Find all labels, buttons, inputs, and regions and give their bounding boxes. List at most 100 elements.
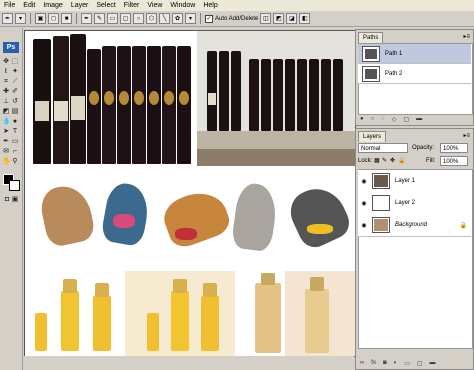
polygon-icon[interactable]: ⬡: [146, 13, 157, 24]
wine-bottle: [53, 36, 69, 164]
history-brush-icon[interactable]: ↺: [11, 98, 19, 106]
path-intersect-icon[interactable]: ◪: [286, 13, 298, 24]
dodge-tool-icon[interactable]: ●: [11, 118, 19, 126]
pen-icon[interactable]: ✒: [81, 13, 92, 24]
hand-tool-icon[interactable]: ✋: [2, 158, 11, 166]
wine-bottle: [117, 46, 131, 164]
shape-layers-icon[interactable]: ▣: [35, 13, 46, 24]
panel-menu-icon[interactable]: ▸≡: [463, 132, 470, 139]
gold-label: [134, 91, 144, 105]
layer-row[interactable]: ◉ Layer 1: [358, 170, 471, 193]
stamp-tool-icon[interactable]: ⊥: [2, 98, 10, 106]
menu-help[interactable]: Help: [199, 0, 221, 11]
lock-all-icon[interactable]: 🔒: [398, 157, 405, 164]
menu-filter[interactable]: Filter: [120, 0, 144, 11]
notes-tool-icon[interactable]: ✉: [2, 148, 10, 156]
eye-icon[interactable]: ◉: [360, 222, 368, 229]
menu-window[interactable]: Window: [166, 0, 199, 11]
adjustment-layer-icon[interactable]: ◐: [394, 360, 398, 367]
make-path-icon[interactable]: ◇: [392, 116, 397, 123]
dropdown-arrow-icon[interactable]: ▾: [185, 13, 196, 24]
crop-tool-icon[interactable]: ⌗: [2, 78, 10, 86]
freeform-pen-icon[interactable]: ✎: [94, 13, 105, 24]
new-group-icon[interactable]: ▭: [404, 360, 410, 367]
eye-icon[interactable]: ◉: [360, 178, 368, 185]
serum-bottle: [93, 296, 111, 351]
layer-mask-icon[interactable]: ◙: [383, 360, 387, 367]
gradient-tool-icon[interactable]: ▤: [11, 108, 19, 116]
line-icon[interactable]: ╲: [159, 13, 170, 24]
bottle-label: [208, 93, 216, 105]
wine-bottle: [177, 46, 191, 164]
wine-bottles-photo-1: [25, 31, 197, 166]
tab-paths[interactable]: Paths: [358, 32, 384, 43]
brush-tool-icon[interactable]: ✐: [11, 88, 19, 96]
fill-field[interactable]: 100%: [440, 156, 468, 166]
magic-wand-icon[interactable]: ✦: [11, 68, 19, 76]
rectangle-icon[interactable]: ▭: [107, 13, 118, 24]
pen-tool-icon[interactable]: ✒: [2, 138, 10, 146]
path-exclude-icon[interactable]: ◧: [299, 13, 311, 24]
blend-mode-select[interactable]: Normal: [358, 143, 408, 153]
healing-brush-icon[interactable]: ✚: [2, 88, 10, 96]
path-select-icon[interactable]: ➤: [2, 128, 10, 136]
menu-select[interactable]: Select: [92, 0, 119, 11]
trash-icon[interactable]: ▬: [430, 360, 436, 367]
layer-row[interactable]: ◉ Layer 2: [358, 192, 471, 215]
lasso-tool-icon[interactable]: ℓ: [2, 68, 10, 76]
document-canvas[interactable]: [24, 30, 356, 357]
path-row[interactable]: Path 2: [358, 64, 471, 84]
path-row[interactable]: Path 1: [358, 44, 471, 64]
trash-icon[interactable]: ▬: [416, 116, 422, 123]
background-color-swatch[interactable]: [9, 180, 20, 191]
dropdown-arrow-icon[interactable]: ▾: [15, 13, 26, 24]
ellipse-icon[interactable]: ○: [133, 13, 144, 24]
fill-pixels-icon[interactable]: ■: [61, 13, 72, 24]
zoom-tool-icon[interactable]: ⚲: [11, 158, 19, 166]
menu-image[interactable]: Image: [39, 0, 66, 11]
layer-name: Layer 1: [395, 178, 416, 184]
eye-icon[interactable]: ◉: [360, 200, 368, 207]
wine-bottle: [102, 46, 116, 164]
shape-tool-icon[interactable]: ▭: [11, 138, 19, 146]
panel-menu-icon[interactable]: ▸≡: [463, 33, 470, 40]
app-logo: Ps: [3, 42, 19, 53]
lock-position-icon[interactable]: ✥: [390, 157, 395, 164]
bottle-cap: [95, 283, 109, 297]
tab-layers[interactable]: Layers: [358, 131, 387, 142]
blur-tool-icon[interactable]: 💧: [2, 118, 11, 126]
custom-shape-icon[interactable]: ✿: [172, 13, 183, 24]
quick-mask-icon[interactable]: ◘: [3, 196, 11, 204]
menu-file[interactable]: File: [0, 0, 19, 11]
menu-edit[interactable]: Edit: [19, 0, 39, 11]
link-layers-icon[interactable]: ∞: [360, 360, 364, 367]
menu-view[interactable]: View: [143, 0, 166, 11]
auto-add-delete-checkbox[interactable]: ✓: [205, 14, 213, 23]
eyedropper-icon[interactable]: ⌐: [11, 148, 19, 156]
slice-tool-icon[interactable]: ⟋: [11, 78, 19, 86]
lock-pixels-icon[interactable]: ✎: [382, 157, 387, 164]
menu-layer[interactable]: Layer: [67, 0, 93, 11]
layer-row[interactable]: ◉ Background 🔒: [358, 214, 471, 237]
eraser-tool-icon[interactable]: ◩: [2, 108, 10, 116]
separator: [30, 13, 31, 24]
layer-style-icon[interactable]: fx: [371, 360, 376, 367]
stroke-path-icon[interactable]: ○: [371, 116, 375, 123]
wine-bottles-photo-2: [197, 31, 355, 166]
path-add-icon[interactable]: ◫: [260, 13, 272, 24]
shoe-accent-red: [175, 228, 197, 240]
load-selection-icon[interactable]: ◌: [381, 116, 385, 123]
type-tool-icon[interactable]: T: [11, 128, 19, 136]
paths-mode-icon[interactable]: ◻: [48, 13, 59, 24]
pen-tool-icon[interactable]: ✒: [2, 13, 13, 24]
rounded-rectangle-icon[interactable]: ▢: [120, 13, 131, 24]
path-subtract-icon[interactable]: ◩: [273, 13, 285, 24]
marquee-tool-icon[interactable]: ⬚: [11, 58, 19, 66]
opacity-field[interactable]: 100%: [440, 143, 468, 153]
move-tool-icon[interactable]: ✥: [2, 58, 10, 66]
new-path-icon[interactable]: ▢: [403, 116, 409, 123]
fill-path-icon[interactable]: ●: [360, 116, 364, 123]
new-layer-icon[interactable]: ▢: [417, 360, 423, 367]
lock-transparency-icon[interactable]: ▦: [374, 157, 380, 164]
screen-mode-icon[interactable]: ▣: [11, 196, 19, 204]
